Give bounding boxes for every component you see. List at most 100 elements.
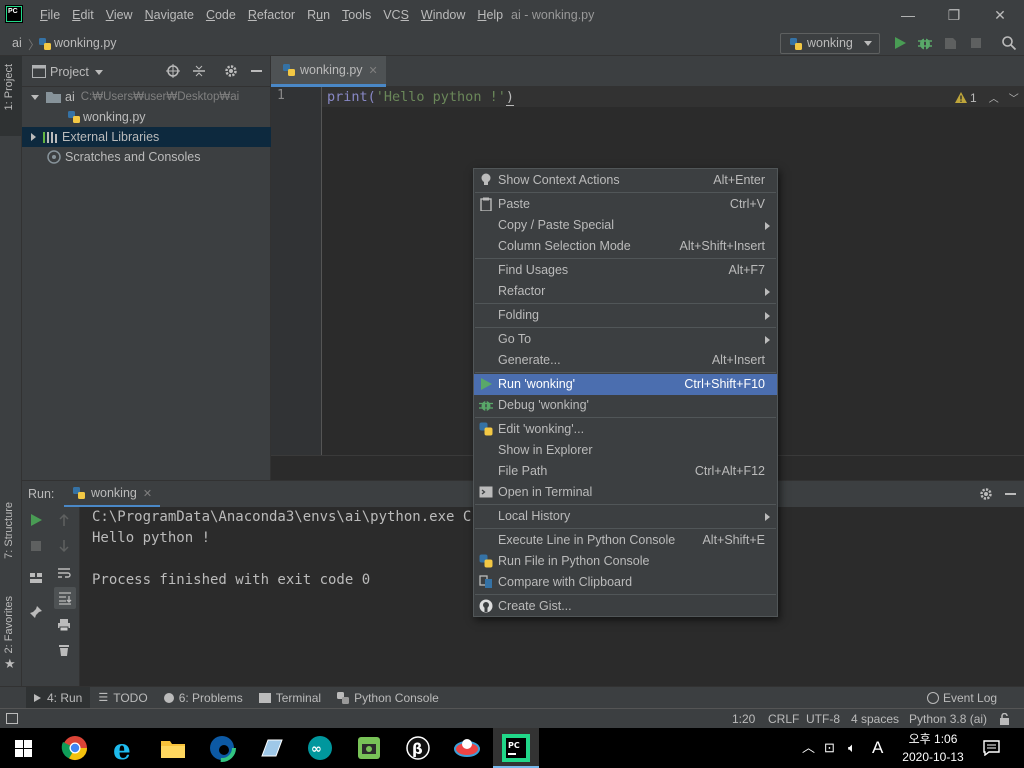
notification-icon[interactable] — [983, 740, 1000, 756]
soft-wrap-icon[interactable] — [57, 566, 71, 580]
tree-item-external-libraries[interactable]: External Libraries — [22, 127, 271, 147]
gear-icon[interactable] — [224, 64, 238, 78]
menu-run[interactable]: Run — [301, 0, 336, 31]
menu-file[interactable]: File — [34, 0, 66, 31]
down-arrow-icon[interactable] — [57, 539, 71, 553]
pycharm-logo-icon[interactable]: PC — [5, 5, 23, 23]
context-menu-item[interactable]: Folding — [474, 305, 777, 326]
menu-view[interactable]: View — [100, 0, 139, 31]
context-menu-item[interactable]: Show in Explorer — [474, 440, 777, 461]
close-icon[interactable]: ✕ — [143, 487, 152, 500]
arduino-icon[interactable]: ∞ — [302, 732, 338, 764]
context-menu-item[interactable]: Create Gist... — [474, 596, 777, 617]
windows-start-icon[interactable] — [15, 740, 32, 757]
chevron-up-icon[interactable]: ︿ — [802, 728, 815, 768]
run-icon[interactable] — [892, 35, 908, 51]
context-menu-item[interactable]: Column Selection Mode Alt+Shift+Insert — [474, 236, 777, 257]
context-menu-item[interactable]: Debug 'wonking' — [474, 395, 777, 416]
menu-navigate[interactable]: Navigate — [139, 0, 200, 31]
line-separator[interactable]: CRLF — [768, 709, 799, 729]
chevron-right-icon[interactable] — [31, 133, 36, 141]
restore-button[interactable]: ❐ — [931, 0, 977, 31]
structure-tool-tab[interactable]: 7: Structure — [0, 496, 22, 586]
chevron-down-icon[interactable]: ﹀ — [1009, 90, 1019, 105]
app-icon-b[interactable]: β — [400, 732, 436, 764]
context-menu-item[interactable]: File Path Ctrl+Alt+F12 — [474, 461, 777, 482]
menu-refactor[interactable]: Refactor — [242, 0, 301, 31]
code-line-1[interactable]: print('Hello python !') — [327, 87, 514, 107]
caret-position[interactable]: 1:20 — [732, 709, 755, 729]
layout-icon[interactable] — [29, 571, 43, 585]
indent-setting[interactable]: 4 spaces — [851, 709, 899, 729]
tab-problems[interactable]: 6: Problems — [156, 687, 251, 709]
chevron-up-icon[interactable]: ︿ — [989, 90, 999, 105]
chrome-icon[interactable] — [57, 732, 93, 764]
chevron-down-icon[interactable] — [95, 70, 103, 75]
project-panel-title[interactable]: Project — [50, 65, 89, 79]
context-menu-item[interactable]: Run File in Python Console — [474, 551, 777, 572]
rerun-icon[interactable] — [29, 513, 43, 527]
tab-run[interactable]: 4: Run — [26, 687, 91, 709]
editor-tab-wonking[interactable]: wonking.py ✕ — [271, 56, 386, 87]
favorites-tool-tab[interactable]: 2: Favorites ★ — [0, 592, 22, 682]
print-icon[interactable] — [57, 618, 71, 632]
context-menu-item[interactable]: Paste Ctrl+V — [474, 194, 777, 215]
trash-icon[interactable] — [57, 643, 71, 657]
menu-code[interactable]: Code — [200, 0, 242, 31]
menu-help[interactable]: Help — [471, 0, 509, 31]
context-menu-item[interactable]: Edit 'wonking'... — [474, 419, 777, 440]
anaconda-navigator-icon[interactable] — [449, 732, 485, 764]
tab-todo[interactable]: ☰ TODO — [90, 687, 155, 709]
tab-terminal[interactable]: Terminal — [251, 687, 329, 709]
context-menu-item[interactable]: Compare with Clipboard — [474, 572, 777, 593]
clock[interactable]: 오후 1:06 2020-10-13 — [898, 730, 968, 766]
toggle-tool-windows-icon[interactable] — [6, 713, 18, 724]
menu-edit[interactable]: Edit — [66, 0, 100, 31]
minimize-button[interactable]: — — [885, 0, 931, 31]
run-config-dropdown[interactable]: wonking — [780, 33, 880, 54]
internet-explorer-icon[interactable]: e — [106, 732, 142, 764]
context-menu-item[interactable]: Generate... Alt+Insert — [474, 350, 777, 371]
context-menu-item[interactable]: Copy / Paste Special — [474, 215, 777, 236]
tree-item-scratches[interactable]: Scratches and Consoles — [22, 147, 271, 167]
notepad-app-icon[interactable] — [253, 732, 289, 764]
context-menu-item[interactable]: Show Context Actions Alt+Enter — [474, 170, 777, 191]
context-menu-item[interactable]: Find Usages Alt+F7 — [474, 260, 777, 281]
hide-panel-icon[interactable] — [1005, 493, 1016, 495]
coverage-icon[interactable] — [942, 35, 958, 51]
hide-panel-icon[interactable] — [251, 70, 262, 72]
collapse-all-icon[interactable] — [192, 64, 206, 78]
breadcrumb-file[interactable]: wonking.py — [54, 36, 117, 50]
locate-icon[interactable] — [166, 64, 180, 78]
ime-indicator[interactable]: A — [872, 728, 883, 768]
menu-tools[interactable]: Tools — [336, 0, 377, 31]
context-menu-item[interactable]: Refactor — [474, 281, 777, 302]
tree-item-file[interactable]: wonking.py — [22, 107, 271, 127]
search-icon[interactable] — [1001, 35, 1017, 51]
event-log-button[interactable]: Event Log — [927, 687, 997, 709]
tab-python-console[interactable]: Python Console — [329, 687, 447, 709]
inspection-widget[interactable]: 1 ︿ ﹀ — [955, 90, 1019, 105]
python-interpreter[interactable]: Python 3.8 (ai) — [909, 709, 987, 729]
file-explorer-icon[interactable] — [155, 732, 191, 764]
context-menu-item[interactable]: Local History — [474, 506, 777, 527]
up-arrow-icon[interactable] — [57, 513, 71, 527]
stop-icon[interactable] — [968, 35, 984, 51]
stop-icon[interactable] — [29, 539, 43, 553]
debug-icon[interactable] — [917, 35, 933, 51]
network-icon[interactable]: ⊡ — [824, 728, 835, 768]
close-button[interactable]: ✕ — [977, 0, 1023, 31]
scroll-to-end-button[interactable] — [54, 587, 76, 609]
context-menu-item[interactable]: Run 'wonking' Ctrl+Shift+F10 — [474, 374, 777, 395]
chevron-down-icon[interactable] — [31, 94, 39, 100]
file-encoding[interactable]: UTF-8 — [806, 709, 840, 729]
menu-window[interactable]: Window — [415, 0, 471, 31]
edge-icon[interactable] — [204, 732, 240, 764]
context-menu-item[interactable]: Execute Line in Python Console Alt+Shift+… — [474, 530, 777, 551]
context-menu-item[interactable]: Go To — [474, 329, 777, 350]
breadcrumb-project[interactable]: ai — [12, 36, 22, 50]
run-tab-wonking[interactable]: wonking ✕ — [64, 481, 161, 508]
close-icon[interactable]: ✕ — [369, 64, 378, 77]
android-app-icon[interactable] — [351, 732, 387, 764]
gear-icon[interactable] — [979, 487, 993, 501]
